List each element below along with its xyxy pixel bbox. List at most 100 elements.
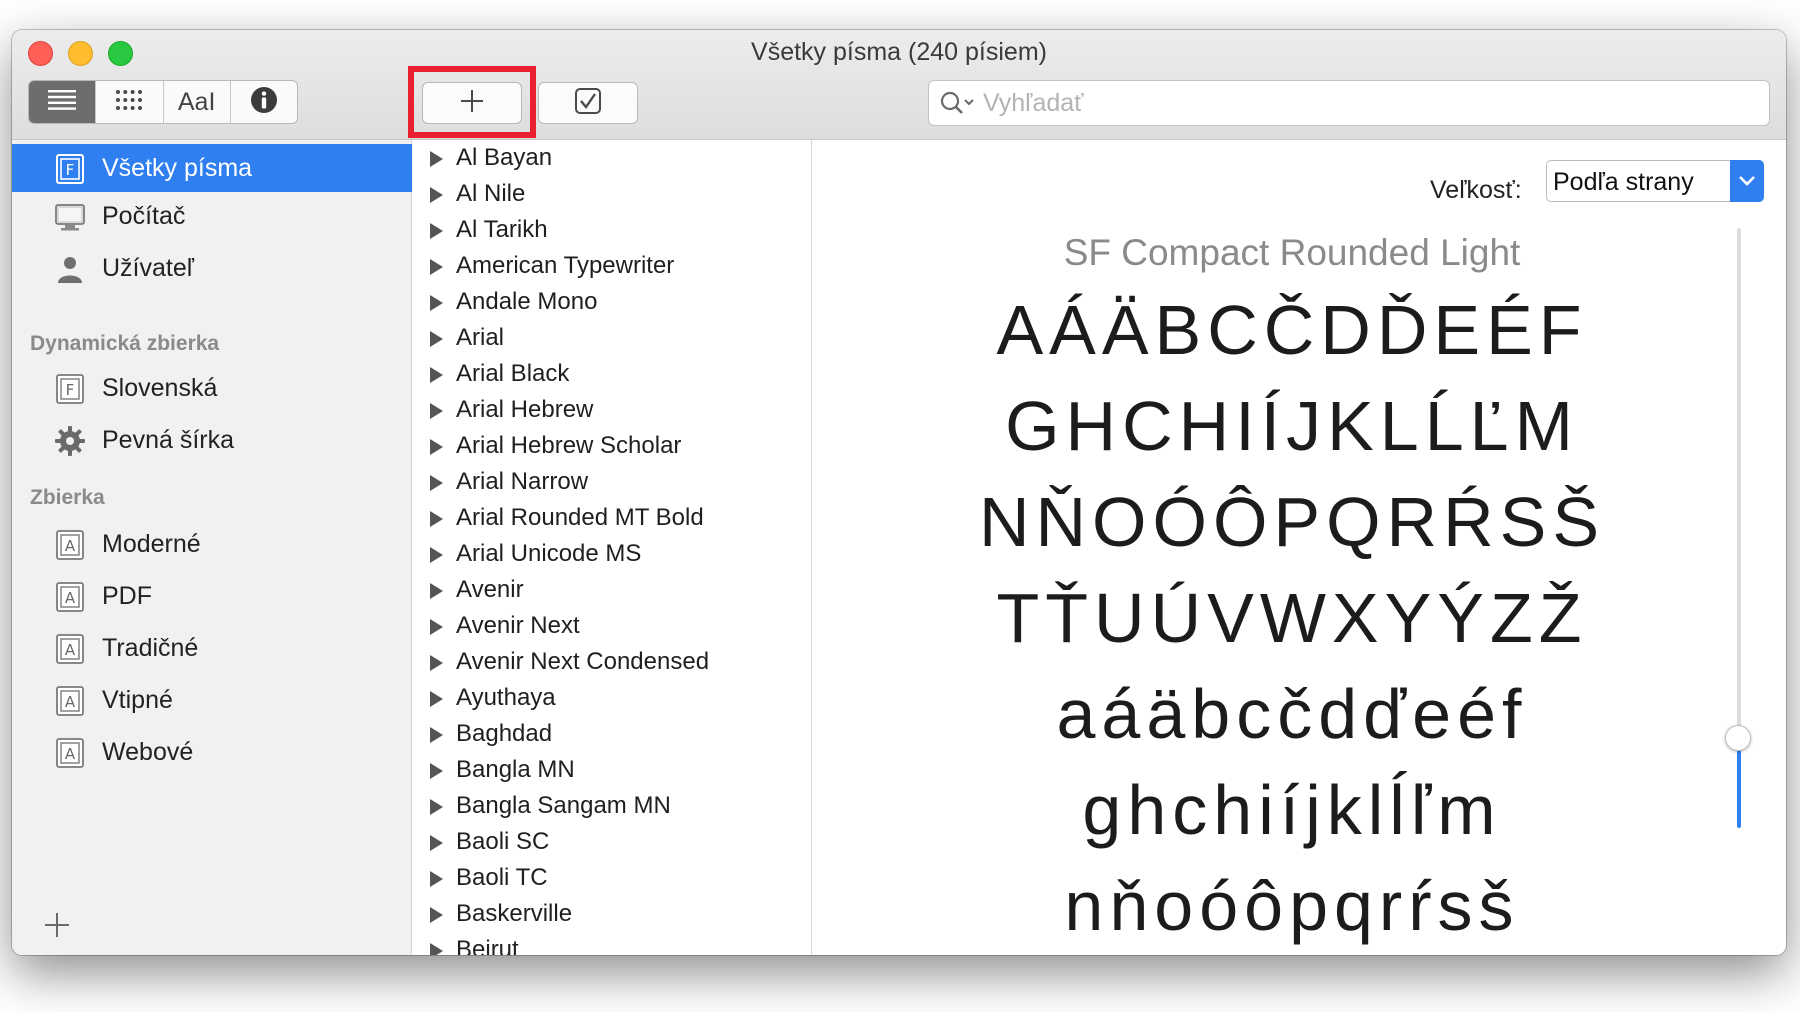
- sidebar-item-all-fonts[interactable]: F Všetky písma: [12, 144, 412, 192]
- grid-icon: [115, 89, 143, 116]
- sample-text-line: aáäbcčdďeéf: [1056, 675, 1528, 753]
- disclosure-triangle-icon[interactable]: [430, 943, 443, 955]
- disclosure-triangle-icon[interactable]: [430, 475, 443, 491]
- search-field[interactable]: [928, 80, 1770, 126]
- collection-icon: A: [54, 633, 86, 665]
- font-list: Al Bayan Al Nile Al Tarikh American Type…: [412, 140, 812, 955]
- computer-icon: [54, 201, 86, 233]
- search-input[interactable]: [983, 85, 1753, 121]
- svg-text:A: A: [65, 745, 76, 763]
- sample-view-button[interactable]: AaI: [164, 81, 231, 123]
- disclosure-triangle-icon[interactable]: [430, 583, 443, 599]
- font-list-item[interactable]: Arial Narrow: [412, 464, 811, 500]
- section-header-collection: Zbierka: [30, 486, 105, 509]
- font-list-item[interactable]: Arial Unicode MS: [412, 536, 811, 572]
- disclosure-triangle-icon[interactable]: [430, 151, 443, 167]
- sample-text-line: NŇOÓÔPQRŔSŠ: [978, 483, 1606, 561]
- disclosure-triangle-icon[interactable]: [430, 835, 443, 851]
- disclosure-triangle-icon[interactable]: [430, 907, 443, 923]
- gear-icon: [54, 425, 86, 457]
- sidebar-item-modern[interactable]: A Moderné: [12, 520, 412, 568]
- font-list-item[interactable]: Arial: [412, 320, 811, 356]
- font-list-item[interactable]: Baoli TC: [412, 860, 811, 896]
- size-select[interactable]: Podľa strany: [1546, 160, 1764, 202]
- disclosure-triangle-icon[interactable]: [430, 799, 443, 815]
- font-list-item[interactable]: Baskerville: [412, 896, 811, 932]
- font-preview-pane: Veľkosť: Podľa strany SF Compact Rounded…: [812, 140, 1786, 955]
- font-list-item[interactable]: Andale Mono: [412, 284, 811, 320]
- plus-icon: [42, 913, 72, 944]
- collection-icon: A: [54, 581, 86, 613]
- sidebar-item-pdf[interactable]: A PDF: [12, 572, 412, 620]
- font-list-item[interactable]: Al Bayan: [412, 140, 811, 176]
- validate-font-button[interactable]: [538, 82, 638, 124]
- disclosure-triangle-icon[interactable]: [430, 187, 443, 203]
- toolbar: Všetky písma (240 písiem) AaI Vyhľadať: [12, 30, 1786, 140]
- sidebar-item-fun[interactable]: A Vtipné: [12, 676, 412, 724]
- font-list-item[interactable]: Baghdad: [412, 716, 811, 752]
- size-select-value: Podľa strany: [1553, 168, 1694, 196]
- font-list-item[interactable]: Al Tarikh: [412, 212, 811, 248]
- font-list-item[interactable]: Arial Rounded MT Bold: [412, 500, 811, 536]
- sidebar-item-fixed-width[interactable]: Pevná šírka: [12, 416, 412, 464]
- add-collection-button[interactable]: [42, 910, 72, 940]
- font-list-item[interactable]: Bangla MN: [412, 752, 811, 788]
- font-list-item[interactable]: Arial Black: [412, 356, 811, 392]
- sample-text-icon: AaI: [177, 87, 216, 116]
- font-list-item[interactable]: Arial Hebrew Scholar: [412, 428, 811, 464]
- disclosure-triangle-icon[interactable]: [430, 367, 443, 383]
- disclosure-triangle-icon[interactable]: [430, 295, 443, 311]
- list-view-button[interactable]: [29, 81, 97, 123]
- font-list-item[interactable]: Al Nile: [412, 176, 811, 212]
- info-view-button[interactable]: [231, 81, 297, 123]
- font-list-item[interactable]: Avenir: [412, 572, 811, 608]
- disclosure-triangle-icon[interactable]: [430, 547, 443, 563]
- section-header-dynamic: Dynamická zbierka: [30, 332, 220, 355]
- add-font-button[interactable]: [422, 82, 522, 124]
- size-label: Veľkosť:: [1430, 176, 1522, 204]
- font-list-item[interactable]: American Typewriter: [412, 248, 811, 284]
- sidebar-item-slovak[interactable]: F Slovenská: [12, 364, 412, 412]
- font-list-item[interactable]: Beirut: [412, 932, 811, 955]
- sample-text-line: AÁÄBCČDĎEÉF: [996, 291, 1588, 369]
- disclosure-triangle-icon[interactable]: [430, 619, 443, 635]
- zoom-slider-fill: [1737, 738, 1741, 828]
- sidebar-item-traditional[interactable]: A Tradičné: [12, 624, 412, 672]
- font-list-item[interactable]: Baoli SC: [412, 824, 811, 860]
- disclosure-triangle-icon[interactable]: [430, 403, 443, 419]
- disclosure-triangle-icon[interactable]: [430, 691, 443, 707]
- font-list-item[interactable]: Arial Hebrew: [412, 392, 811, 428]
- sidebar-item-user[interactable]: Užívateľ: [12, 244, 412, 292]
- font-book-icon: F: [54, 153, 86, 185]
- disclosure-triangle-icon[interactable]: [430, 871, 443, 887]
- sidebar-item-web[interactable]: A Webové: [12, 728, 412, 776]
- lines-icon: [48, 89, 77, 116]
- disclosure-triangle-icon[interactable]: [430, 439, 443, 455]
- font-list-item[interactable]: Avenir Next Condensed: [412, 644, 811, 680]
- disclosure-triangle-icon[interactable]: [430, 727, 443, 743]
- svg-text:A: A: [65, 641, 76, 659]
- sample-text-line: TŤUÚVWXYÝZŽ: [996, 579, 1588, 657]
- font-list-item[interactable]: Bangla Sangam MN: [412, 788, 811, 824]
- svg-text:A: A: [65, 589, 76, 607]
- font-list-item[interactable]: Avenir Next: [412, 608, 811, 644]
- font-book-icon: F: [54, 373, 86, 405]
- sidebar-item-computer[interactable]: Počítač: [12, 192, 412, 240]
- disclosure-triangle-icon[interactable]: [430, 655, 443, 671]
- collection-icon: A: [54, 737, 86, 769]
- disclosure-triangle-icon[interactable]: [430, 511, 443, 527]
- disclosure-triangle-icon[interactable]: [430, 223, 443, 239]
- svg-text:F: F: [66, 381, 75, 399]
- zoom-slider-knob[interactable]: [1725, 725, 1751, 751]
- sample-text-line: ghchiíjklĺľm: [1082, 771, 1502, 849]
- sample-text-line: nňoóôpqrŕsš: [1064, 867, 1520, 945]
- disclosure-triangle-icon[interactable]: [430, 763, 443, 779]
- preview-font-name: SF Compact Rounded Light: [1063, 232, 1521, 273]
- font-list-item[interactable]: Ayuthaya: [412, 680, 811, 716]
- view-mode-control: AaI: [28, 80, 298, 124]
- disclosure-triangle-icon[interactable]: [430, 331, 443, 347]
- chevron-down-icon[interactable]: [1730, 160, 1764, 202]
- grid-view-button[interactable]: [96, 81, 164, 123]
- search-icon: [939, 89, 977, 122]
- disclosure-triangle-icon[interactable]: [430, 259, 443, 275]
